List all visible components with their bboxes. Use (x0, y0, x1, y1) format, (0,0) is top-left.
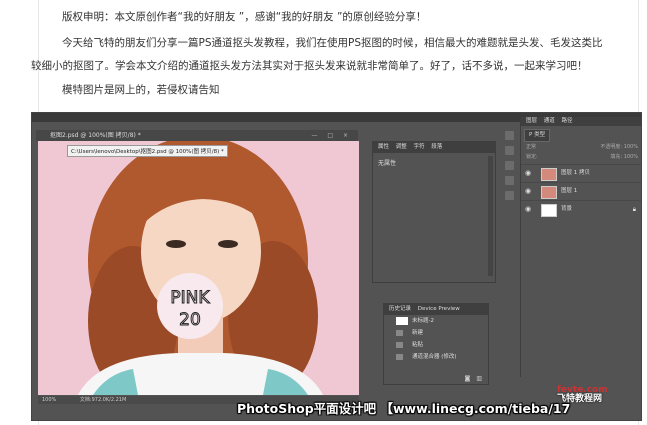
copyright-text: 版权申明：本文原创作者“我的好朋友 ”，感谢“我的好朋友 ”的原创经验分享！ (62, 11, 427, 23)
opacity-field[interactable]: 不透明度: 100% (600, 143, 638, 150)
lock-icon: 🔒︎ (632, 206, 636, 213)
eye-icon[interactable]: ◉ (525, 165, 531, 182)
layer-thumbnail (541, 186, 557, 199)
snapshot-thumbnail (396, 317, 408, 325)
tab-layers[interactable]: 图层 (526, 118, 537, 124)
properties-tabs: 属性 调整 字符 段落 (373, 142, 495, 153)
path-tooltip: C:\Users\lenovo\Desktop\抠图2.psd @ 100%(图… (67, 145, 228, 157)
blend-row: 正常 不透明度: 100% (526, 143, 641, 150)
tab-adjustments[interactable]: 调整 (396, 144, 407, 150)
properties-panel: 属性 调整 字符 段落 无属性 (372, 141, 496, 283)
eye-icon[interactable]: ◉ (525, 183, 531, 200)
tab-paragraph[interactable]: 段落 (431, 144, 442, 150)
layer-thumbnail (541, 204, 557, 217)
no-properties-text: 无属性 (378, 160, 397, 167)
layer-name: 背景 (561, 206, 573, 212)
layer-filter-select[interactable]: P 类型 (524, 129, 551, 142)
history-item[interactable]: 新建 (384, 327, 488, 339)
trash-icon[interactable]: ▥ (476, 375, 482, 382)
eye-icon[interactable]: ◉ (525, 201, 531, 218)
tab-paths[interactable]: 路径 (562, 118, 573, 124)
image-canvas[interactable]: PINK 20 (38, 141, 359, 395)
history-item-label: 通道混合器 (修改) (412, 354, 457, 360)
zoom-level: 100% (42, 397, 57, 403)
history-item-label: 粘贴 (412, 342, 424, 348)
document-size: 文档:972.0K/2.21M (79, 397, 127, 403)
layers-tabs: 图层 通道 路径 (521, 117, 641, 126)
history-item[interactable]: 未标题-2 (384, 315, 488, 327)
history-item-label: 未标题-2 (412, 318, 434, 324)
history-item[interactable]: 粘贴 (384, 339, 488, 351)
layer-row[interactable]: ◉ 图层 1 (521, 182, 641, 200)
panel-toggle-icon[interactable] (505, 161, 514, 170)
tab-channels[interactable]: 通道 (544, 118, 555, 124)
photoshop-screenshot: 抠图2.psd @ 100%(图 拷贝/8) * — □ × C:\Users\… (31, 112, 642, 421)
site-logo-line2: 飞特教程网 (557, 394, 603, 404)
model-note: 模特图片是网上的，若侵权请告知 (62, 84, 220, 96)
layer-name: 图层 1 (561, 188, 578, 194)
history-item[interactable]: 通道混合器 (修改) (384, 351, 488, 363)
document-tab[interactable]: 抠图2.psd @ 100%(图 拷贝/8) * — □ × (36, 130, 358, 141)
tab-history[interactable]: 历史记录 (389, 306, 411, 312)
panel-icon-strip (502, 125, 517, 305)
panel-toggle-icon[interactable] (505, 191, 514, 200)
paste-icon (396, 342, 403, 348)
svg-text:PINK: PINK (170, 288, 210, 308)
watermark-text: PhotoShop平面设计吧 【www.linecg.com/tieba/17 (237, 401, 571, 416)
site-logo[interactable]: fevte.com 飞特教程网 (557, 386, 608, 404)
svg-text:20: 20 (179, 310, 201, 330)
document-tab-label: 抠图2.psd @ 100%(图 拷贝/8) * (50, 132, 141, 139)
layer-name: 图层 1 拷贝 (561, 170, 590, 176)
layer-thumbnail (541, 168, 557, 181)
adjustment-icon (396, 354, 403, 360)
blend-mode-select[interactable]: 正常 (526, 144, 536, 150)
tab-character[interactable]: 字符 (414, 144, 425, 150)
lock-label: 锁定: (526, 154, 538, 160)
layer-row[interactable]: ◉ 背景 🔒︎ (521, 200, 641, 218)
tab-properties[interactable]: 属性 (378, 144, 389, 150)
new-doc-icon (396, 330, 403, 336)
properties-scrollbar[interactable] (488, 156, 493, 276)
layers-panel: 图层 通道 路径 P 类型 正常 不透明度: 100% 锁定: 填充: 100%… (520, 117, 641, 377)
history-panel: 历史记录 Device Preview 未标题-2 新建 粘贴 通道混合器 (修… (383, 303, 489, 385)
panel-toggle-icon[interactable] (505, 146, 514, 155)
panel-toggle-icon[interactable] (505, 131, 514, 140)
camera-icon[interactable]: ◙ (465, 375, 471, 382)
history-item-label: 新建 (412, 330, 424, 336)
tab-device-preview[interactable]: Device Preview (418, 306, 460, 312)
model-photo: PINK 20 (38, 141, 359, 395)
history-footer: ◙ ▥ (384, 375, 488, 384)
fill-field[interactable]: 填充: 100% (610, 153, 638, 160)
history-tabs: 历史记录 Device Preview (384, 304, 488, 315)
layer-row[interactable]: ◉ 图层 1 拷贝 (521, 164, 641, 182)
window-controls[interactable]: — □ × (311, 130, 352, 141)
lock-row: 锁定: 填充: 100% (526, 153, 641, 160)
panel-toggle-icon[interactable] (505, 176, 514, 185)
intro-text-line2: 较细小的抠图了。学会本文介绍的通道抠头发方法其实对于抠头发来说就非常简单了。好了… (31, 60, 588, 72)
intro-text-line1: 今天给飞特的朋友们分享一篇PS通道抠头发教程，我们在使用PS抠图的时候，相信最大… (62, 37, 603, 49)
layer-filter-row: P 类型 (524, 129, 641, 142)
